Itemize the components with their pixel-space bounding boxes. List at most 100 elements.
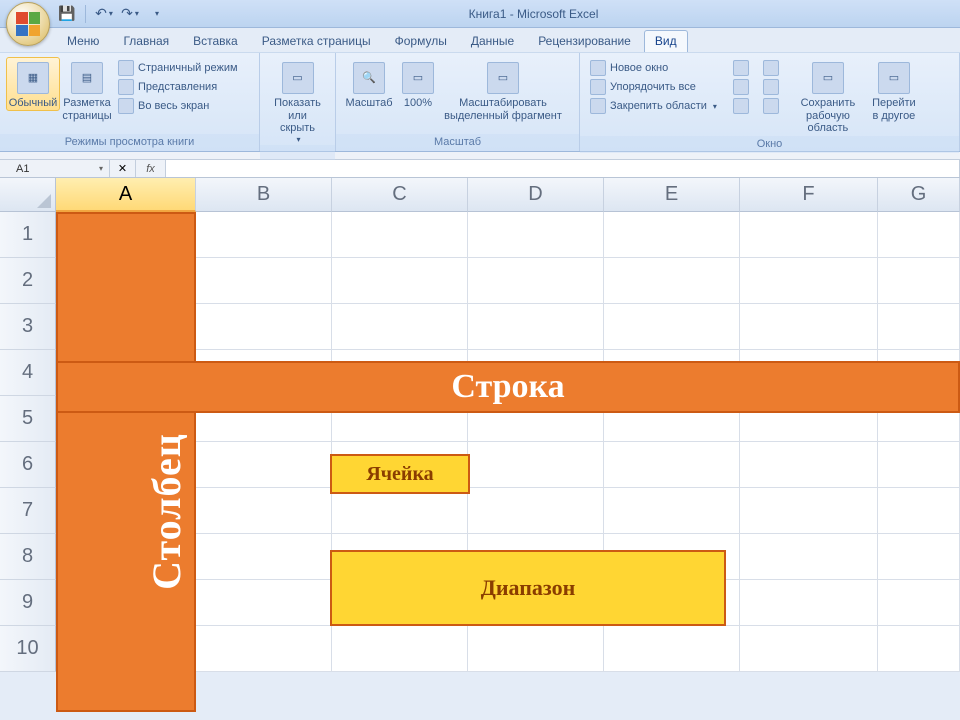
cell[interactable] bbox=[56, 580, 196, 626]
cell[interactable] bbox=[56, 212, 196, 258]
btn-switch-windows[interactable]: ▭ Перейти в другое bbox=[867, 57, 921, 123]
cell[interactable] bbox=[332, 580, 468, 626]
cell[interactable] bbox=[56, 442, 196, 488]
row-header-10[interactable]: 10 bbox=[0, 626, 56, 672]
row-header-3[interactable]: 3 bbox=[0, 304, 56, 350]
cell[interactable] bbox=[56, 488, 196, 534]
cell[interactable] bbox=[332, 626, 468, 672]
btn-page-layout-view[interactable]: ▤ Разметка страницы bbox=[60, 57, 114, 123]
cell[interactable] bbox=[604, 212, 740, 258]
col-header-e[interactable]: E bbox=[604, 178, 740, 212]
cell[interactable] bbox=[332, 258, 468, 304]
cell[interactable] bbox=[740, 626, 878, 672]
tab-insert[interactable]: Вставка bbox=[182, 30, 249, 52]
cell[interactable] bbox=[878, 626, 960, 672]
cell[interactable] bbox=[196, 580, 332, 626]
cell[interactable] bbox=[468, 580, 604, 626]
cell[interactable] bbox=[878, 212, 960, 258]
btn-normal-view[interactable]: ▦ Обычный bbox=[6, 57, 60, 111]
cell[interactable] bbox=[604, 488, 740, 534]
cell[interactable] bbox=[878, 488, 960, 534]
cell[interactable] bbox=[878, 442, 960, 488]
tab-formulas[interactable]: Формулы bbox=[384, 30, 458, 52]
cell[interactable] bbox=[740, 304, 878, 350]
cell[interactable] bbox=[196, 626, 332, 672]
cell[interactable] bbox=[196, 304, 332, 350]
cell[interactable] bbox=[878, 350, 960, 396]
btn-unhide[interactable] bbox=[733, 98, 749, 114]
cell[interactable] bbox=[468, 488, 604, 534]
btn-freeze-panes[interactable]: Закрепить области▾ bbox=[590, 98, 717, 114]
tab-view[interactable]: Вид bbox=[644, 30, 688, 52]
cell[interactable] bbox=[196, 396, 332, 442]
cell[interactable] bbox=[468, 442, 604, 488]
cell[interactable] bbox=[604, 580, 740, 626]
tab-home[interactable]: Главная bbox=[112, 30, 180, 52]
cell[interactable] bbox=[604, 350, 740, 396]
formula-input[interactable] bbox=[166, 160, 960, 177]
cell[interactable] bbox=[878, 534, 960, 580]
tab-review[interactable]: Рецензирование bbox=[527, 30, 642, 52]
cell[interactable] bbox=[740, 258, 878, 304]
btn-zoom-selection[interactable]: ▭ Масштабировать выделенный фрагмент bbox=[440, 57, 566, 123]
btn-view-side[interactable] bbox=[763, 98, 779, 114]
btn-hide[interactable] bbox=[733, 79, 749, 95]
btn-new-window[interactable]: Новое окно bbox=[590, 60, 717, 76]
name-box[interactable]: A1▾ bbox=[0, 160, 110, 177]
cell[interactable] bbox=[468, 212, 604, 258]
col-header-f[interactable]: F bbox=[740, 178, 878, 212]
cell[interactable] bbox=[56, 534, 196, 580]
undo-icon[interactable]: ↶▾ bbox=[93, 3, 115, 25]
cell[interactable] bbox=[56, 258, 196, 304]
btn-sync-scroll[interactable] bbox=[763, 60, 779, 76]
row-header-2[interactable]: 2 bbox=[0, 258, 56, 304]
cell[interactable] bbox=[196, 212, 332, 258]
cell[interactable] bbox=[468, 350, 604, 396]
cell[interactable] bbox=[740, 350, 878, 396]
btn-custom-views[interactable]: Представления bbox=[118, 79, 238, 95]
btn-show-hide[interactable]: ▭ Показать или скрыть▾ bbox=[271, 57, 325, 145]
cell[interactable] bbox=[604, 626, 740, 672]
cell[interactable] bbox=[604, 442, 740, 488]
cell[interactable] bbox=[56, 350, 196, 396]
btn-split[interactable] bbox=[733, 60, 749, 76]
cell[interactable] bbox=[604, 304, 740, 350]
cell[interactable] bbox=[878, 258, 960, 304]
cell[interactable] bbox=[196, 258, 332, 304]
save-icon[interactable]: 💾 bbox=[56, 3, 78, 25]
cell[interactable] bbox=[878, 304, 960, 350]
cell[interactable] bbox=[468, 396, 604, 442]
btn-zoom-100[interactable]: ▭ 100% bbox=[396, 57, 440, 111]
tab-page-layout[interactable]: Разметка страницы bbox=[251, 30, 382, 52]
cell[interactable] bbox=[56, 304, 196, 350]
cell[interactable] bbox=[196, 350, 332, 396]
cell[interactable] bbox=[332, 304, 468, 350]
btn-fullscreen[interactable]: Во весь экран bbox=[118, 98, 238, 114]
row-header-8[interactable]: 8 bbox=[0, 534, 56, 580]
cell[interactable] bbox=[332, 350, 468, 396]
cell[interactable] bbox=[740, 212, 878, 258]
redo-icon[interactable]: ↷▾ bbox=[119, 3, 141, 25]
cell[interactable] bbox=[468, 534, 604, 580]
cell[interactable] bbox=[740, 580, 878, 626]
cell[interactable] bbox=[468, 304, 604, 350]
cell[interactable] bbox=[468, 258, 604, 304]
cell[interactable] bbox=[332, 212, 468, 258]
select-all-corner[interactable] bbox=[0, 178, 56, 212]
btn-pagebreak-preview[interactable]: Страничный режим bbox=[118, 60, 238, 76]
cell[interactable] bbox=[196, 488, 332, 534]
cell[interactable] bbox=[740, 442, 878, 488]
cancel-icon[interactable]: ✕ bbox=[110, 160, 136, 177]
cell[interactable] bbox=[468, 626, 604, 672]
cell[interactable] bbox=[332, 534, 468, 580]
cell[interactable] bbox=[740, 488, 878, 534]
cell[interactable] bbox=[332, 488, 468, 534]
col-header-g[interactable]: G bbox=[878, 178, 960, 212]
cell[interactable] bbox=[196, 534, 332, 580]
row-header-4[interactable]: 4 bbox=[0, 350, 56, 396]
tab-data[interactable]: Данные bbox=[460, 30, 525, 52]
cell[interactable] bbox=[332, 396, 468, 442]
qat-customize-icon[interactable]: ▾ bbox=[145, 3, 167, 25]
cell[interactable] bbox=[332, 442, 468, 488]
btn-reset-pos[interactable] bbox=[763, 79, 779, 95]
